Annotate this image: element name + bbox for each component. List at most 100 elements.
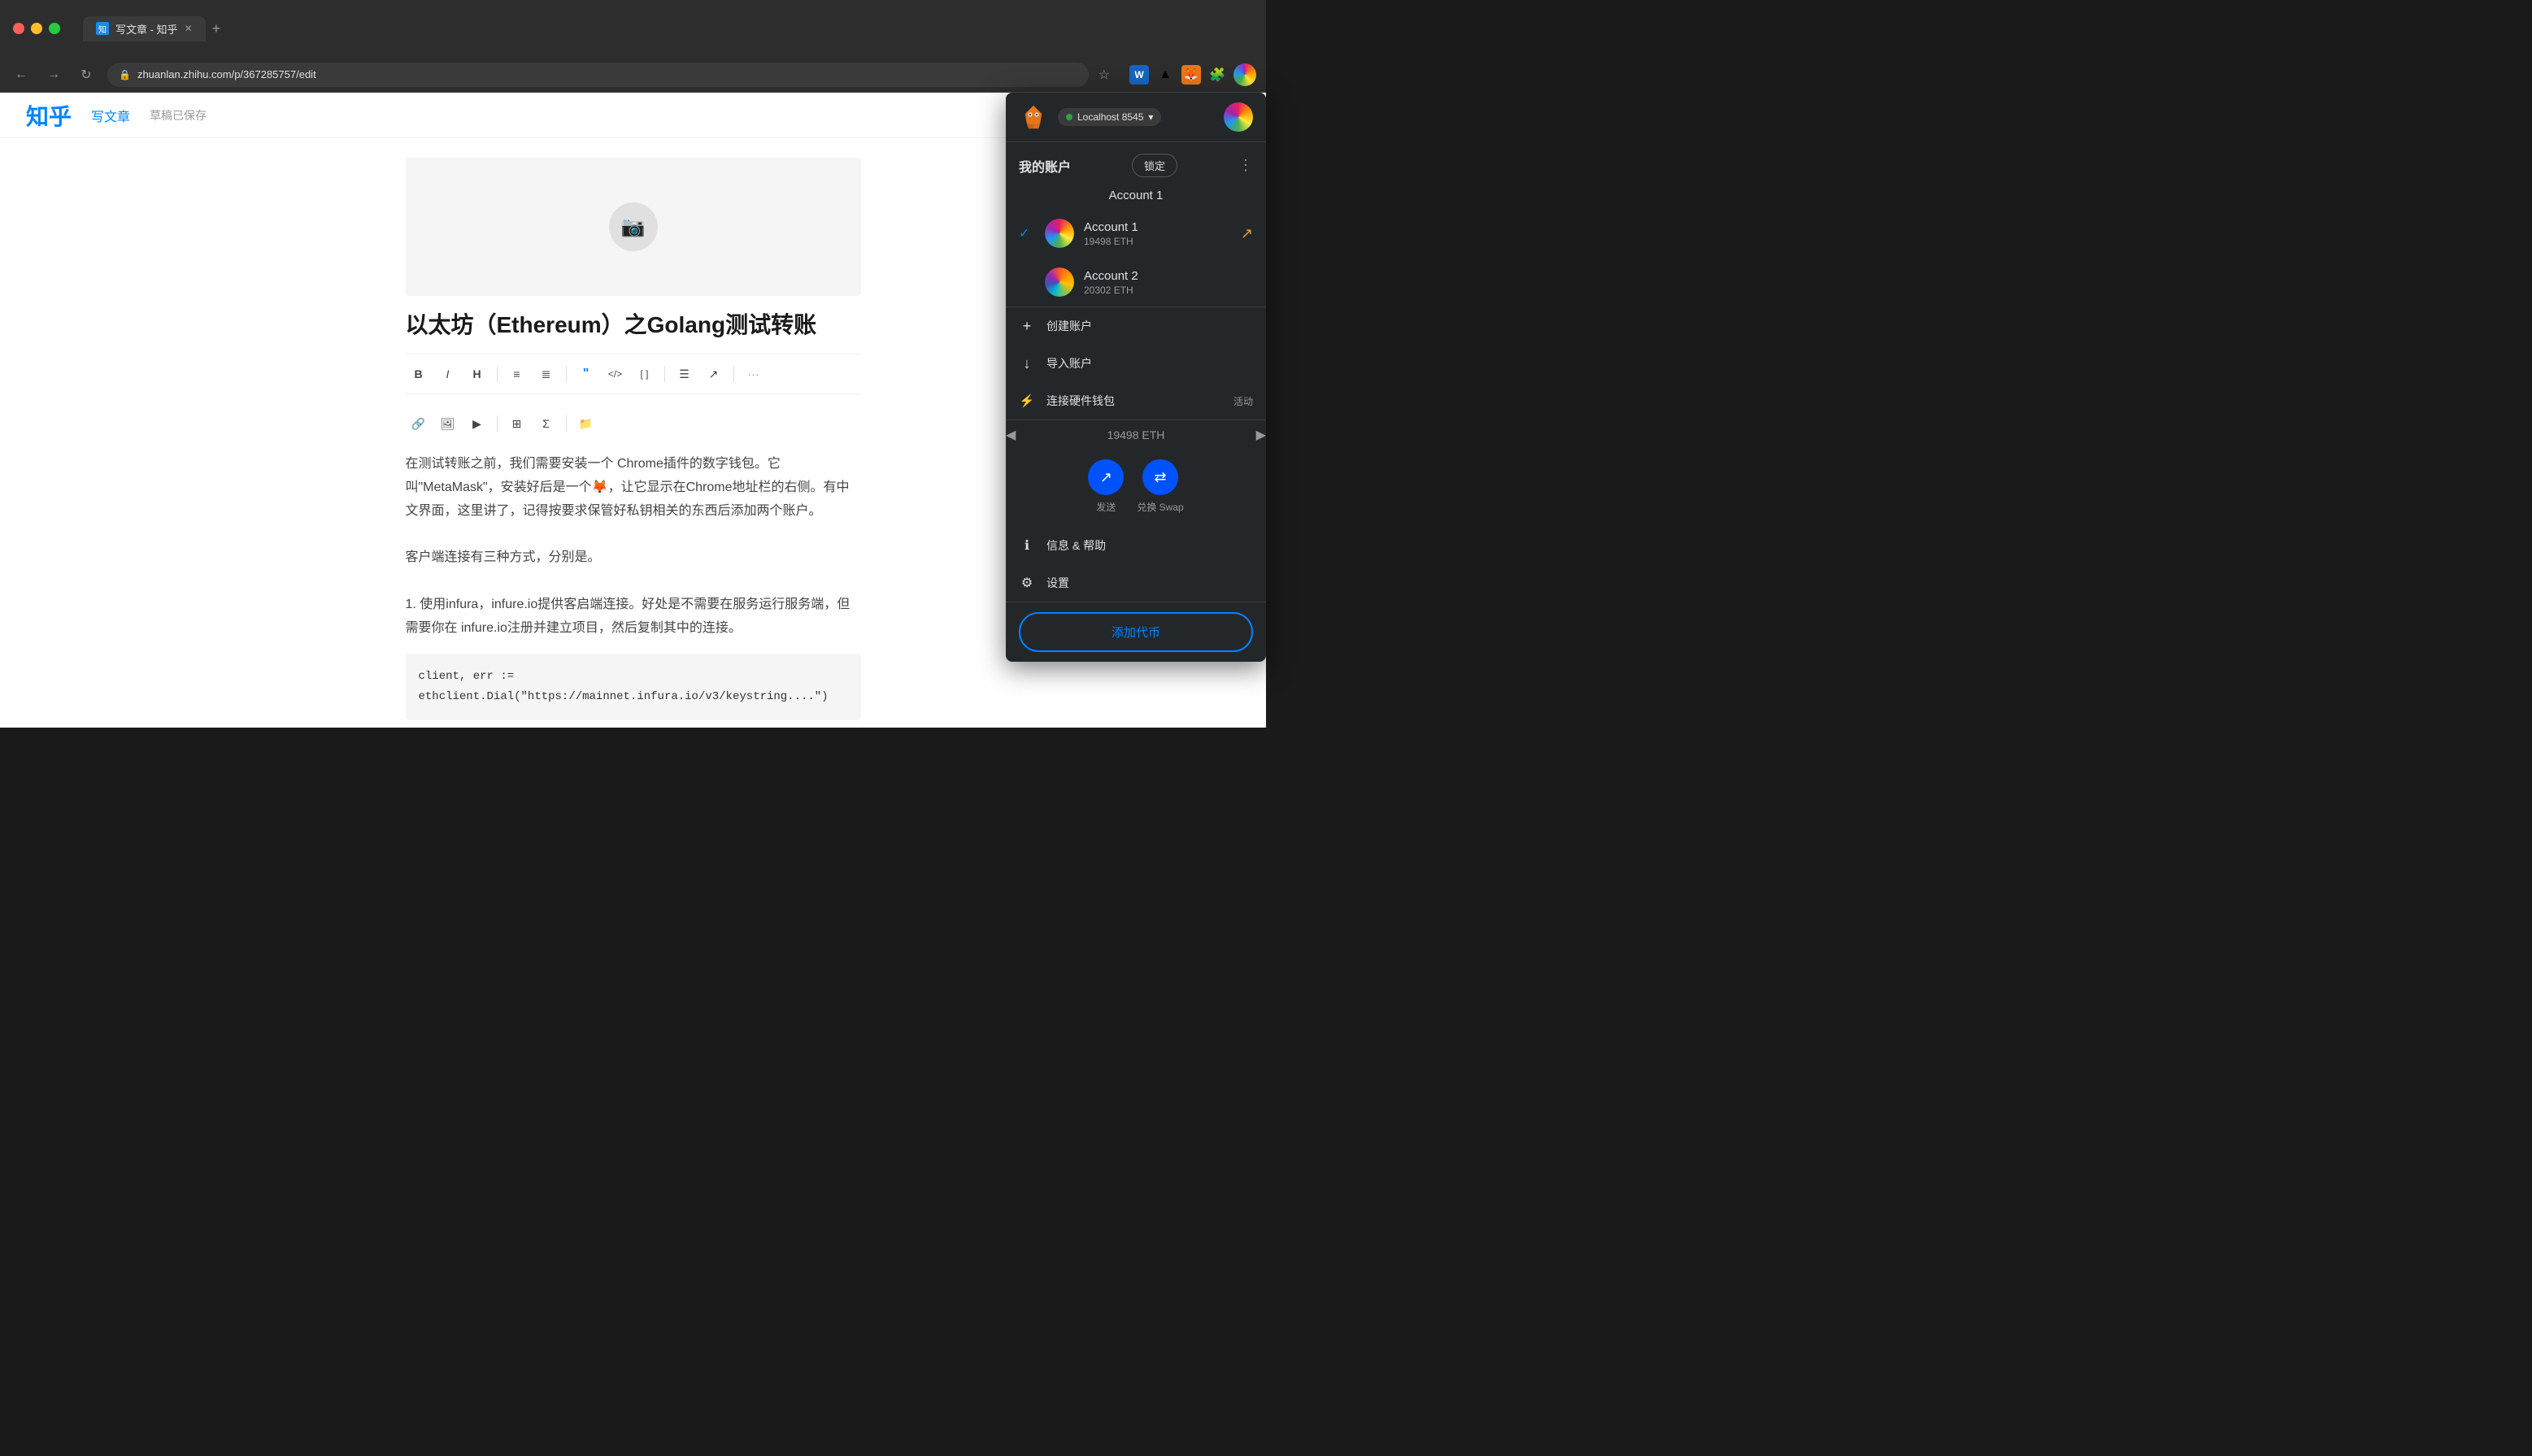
quote-button[interactable]: " xyxy=(573,361,599,387)
metamask-logo xyxy=(1019,102,1048,132)
send-label: 发送 xyxy=(1096,500,1116,514)
cover-placeholder[interactable]: 📷 xyxy=(406,158,861,296)
gear-icon: ⚙ xyxy=(1019,575,1035,591)
import-account-icon: ↓ xyxy=(1019,355,1035,372)
minimize-window-button[interactable] xyxy=(31,23,42,34)
zhihu-logo: 知乎 xyxy=(26,99,72,132)
code-block-button[interactable]: [ ] xyxy=(632,361,658,387)
account-avatar xyxy=(1224,102,1253,132)
extension-icons: W ▲ 🦊 🧩 xyxy=(1129,63,1256,86)
address-bar[interactable]: 🔒 zhuanlan.zhihu.com/p/367285757/edit xyxy=(107,63,1089,87)
new-tab-button[interactable]: + xyxy=(212,20,221,37)
create-account-icon: + xyxy=(1019,318,1035,334)
extensions-icon[interactable]: 🧩 xyxy=(1207,65,1227,85)
heading-button[interactable]: H xyxy=(464,361,490,387)
mm-accounts-list: ✓ Account 1 19498 ETH ↗ Account 2 2 xyxy=(1006,209,1266,306)
hardware-wallet-item[interactable]: ⚡ 连接硬件钱包 活动 xyxy=(1006,382,1266,419)
account-2-balance: 20302 ETH xyxy=(1084,285,1253,296)
tab-close-button[interactable]: ✕ xyxy=(185,23,193,34)
video-button[interactable]: ▶ xyxy=(464,411,490,437)
settings-label: 设置 xyxy=(1046,575,1253,591)
mm-network-selector[interactable]: Localhost 8545 ▾ xyxy=(1058,108,1161,126)
settings-item[interactable]: ⚙ 设置 xyxy=(1006,564,1266,602)
fullscreen-window-button[interactable] xyxy=(49,23,60,34)
bold-button[interactable]: B xyxy=(406,361,432,387)
create-account-item[interactable]: + 创建账户 xyxy=(1006,307,1266,345)
body-paragraph-1: 在测试转账之前，我们需要安装一个 Chrome插件的数字钱包。它叫"MetaMa… xyxy=(406,453,861,523)
reload-button[interactable]: ↻ xyxy=(75,63,98,86)
info-help-item[interactable]: ℹ 信息 & 帮助 xyxy=(1006,527,1266,564)
mm-bottom-actions: 添加代币 xyxy=(1006,602,1266,662)
mm-network-label: Localhost 8545 xyxy=(1077,111,1143,123)
italic-button[interactable]: I xyxy=(435,361,461,387)
address-bar-row: ← → ↻ 🔒 zhuanlan.zhihu.com/p/367285757/e… xyxy=(0,57,1266,93)
link-button[interactable]: 🔗 xyxy=(406,411,432,437)
mm-action-buttons: ↗ 发送 ⇄ 兑换 Swap xyxy=(1006,459,1266,514)
toolbar-divider-3 xyxy=(664,366,665,382)
unordered-list-button[interactable]: ≣ xyxy=(533,361,559,387)
mm-avatar[interactable] xyxy=(1224,102,1253,132)
account-1-arrow-icon: ↗ xyxy=(1241,225,1253,242)
account-1-info: Account 1 19498 ETH xyxy=(1084,220,1231,247)
align-button[interactable]: ☰ xyxy=(672,361,698,387)
account-item-1[interactable]: ✓ Account 1 19498 ETH ↗ xyxy=(1006,209,1266,258)
balance-nav-left-icon[interactable]: ◀ xyxy=(1006,427,1016,443)
ordered-list-button[interactable]: ≡ xyxy=(504,361,530,387)
lock-button[interactable]: 锁定 xyxy=(1132,154,1177,177)
send-action-button[interactable]: ↗ 发送 xyxy=(1088,459,1124,514)
create-account-label: 创建账户 xyxy=(1046,318,1253,334)
account-item-2[interactable]: Account 2 20302 ETH xyxy=(1006,258,1266,306)
send-circle-icon: ↗ xyxy=(1088,459,1124,495)
close-window-button[interactable] xyxy=(13,23,24,34)
main-content: 知乎 写文章 草稿已保存 ≡ 邀请预览 📷 以太坊（Ethereum）之Gola… xyxy=(0,93,1266,728)
import-account-label: 导入账户 xyxy=(1046,355,1253,372)
hardware-wallet-icon: ⚡ xyxy=(1019,393,1035,409)
chrome-profile-icon[interactable] xyxy=(1233,63,1256,86)
lock-icon: 🔒 xyxy=(119,69,131,80)
write-nav-item[interactable]: 写文章 xyxy=(91,106,130,125)
tab-title: 写文章 - 知乎 xyxy=(115,21,178,37)
google-drive-extension-icon[interactable]: ▲ xyxy=(1155,65,1175,85)
draft-saved-label: 草稿已保存 xyxy=(150,107,207,124)
editor-toolbar: B I H ≡ ≣ " </> [ ] ☰ ↗ ··· xyxy=(406,354,861,394)
more-options-button[interactable]: ··· xyxy=(741,361,767,387)
metamask-extension-icon[interactable]: 🦊 xyxy=(1181,65,1201,85)
account-1-avatar xyxy=(1045,219,1074,248)
account-1-name: Account 1 xyxy=(1084,220,1231,234)
article-title[interactable]: 以太坊（Ethereum）之Golang测试转账 xyxy=(406,309,861,341)
folder-button[interactable]: 📁 xyxy=(573,411,599,437)
account-1-balance: 19498 ETH xyxy=(1084,236,1231,247)
swap-label: 兑换 Swap xyxy=(1137,500,1183,514)
kebab-menu-icon[interactable]: ⋮ xyxy=(1238,157,1253,174)
cover-placeholder-icon: 📷 xyxy=(609,202,658,251)
import-account-item[interactable]: ↓ 导入账户 xyxy=(1006,345,1266,382)
formula-button[interactable]: Σ xyxy=(533,411,559,437)
clear-format-button[interactable]: ↗ xyxy=(701,361,727,387)
code-inline-button[interactable]: </> xyxy=(603,361,629,387)
info-help-label: 信息 & 帮助 xyxy=(1046,537,1253,554)
account-2-info: Account 2 20302 ETH xyxy=(1084,269,1253,296)
current-account-label: Account 1 xyxy=(1006,185,1266,209)
back-button[interactable]: ← xyxy=(10,63,33,86)
image-button[interactable]: 🖼 xyxy=(435,411,461,437)
editor-toolbar-row2: 🔗 🖼 ▶ ⊞ Σ 📁 xyxy=(406,407,861,440)
tab-bar: 知 写文章 - 知乎 ✕ + xyxy=(83,16,1253,41)
code-block-text: client, err := ethclient.Dial("https://m… xyxy=(419,670,829,703)
account-checkmark-icon: ✓ xyxy=(1019,225,1035,241)
browser-chrome: 知 写文章 - 知乎 ✕ + xyxy=(0,0,1266,57)
toolbar-divider-4 xyxy=(733,366,734,382)
bookmark-icon[interactable]: ☆ xyxy=(1099,67,1110,83)
balance-nav-right-icon[interactable]: ▶ xyxy=(1256,427,1266,443)
table-button[interactable]: ⊞ xyxy=(504,411,530,437)
article-body: 在测试转账之前，我们需要安装一个 Chrome插件的数字钱包。它叫"MetaMa… xyxy=(406,453,861,728)
mm-balance-value: 19498 ETH xyxy=(1107,428,1165,441)
word-extension-icon[interactable]: W xyxy=(1129,65,1149,85)
mm-balance-display: ◀ 19498 ETH ▶ xyxy=(1006,420,1266,450)
swap-action-button[interactable]: ⇄ 兑换 Swap xyxy=(1137,459,1183,514)
toolbar-divider-1 xyxy=(497,366,498,382)
forward-button[interactable]: → xyxy=(42,63,65,86)
account-2-name: Account 2 xyxy=(1084,269,1253,283)
add-token-button[interactable]: 添加代币 xyxy=(1019,612,1253,652)
active-tab[interactable]: 知 写文章 - 知乎 ✕ xyxy=(83,16,206,41)
info-icon: ℹ xyxy=(1019,537,1035,554)
